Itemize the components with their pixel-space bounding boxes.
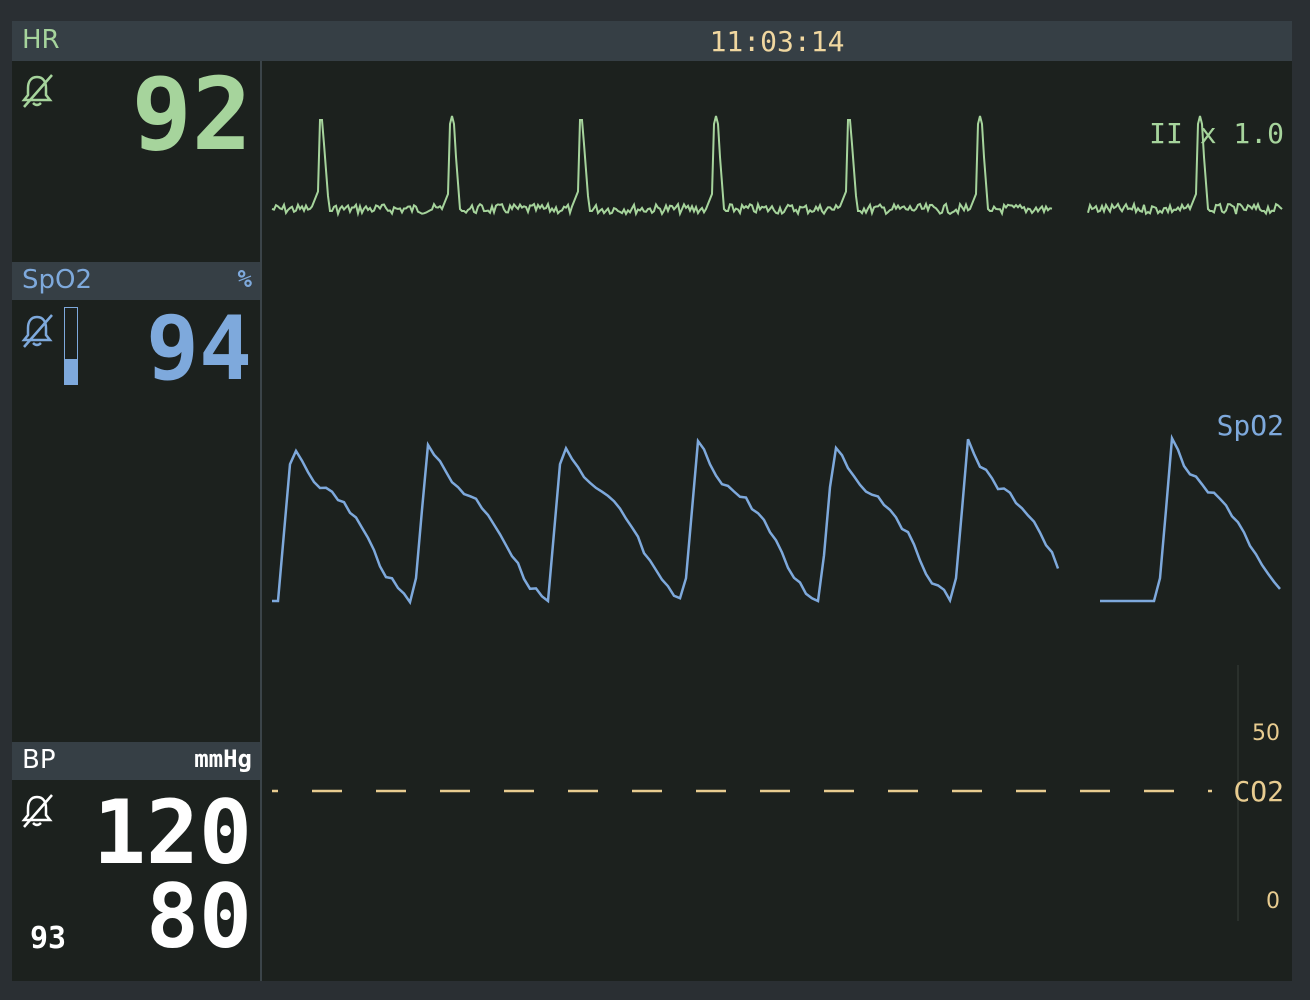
bp-mean: 93 (30, 921, 67, 956)
co2-scale-bottom: 0 (1266, 889, 1280, 914)
bp-systolic: 120 (93, 781, 252, 884)
ecg-trace (271, 115, 1053, 218)
co2-scale-top: 50 (1252, 721, 1280, 746)
bell-muted-icon[interactable] (18, 791, 56, 829)
spo2-signal-bar-fill (65, 358, 77, 384)
hr-value: 92 (131, 56, 252, 173)
vitals-panel: 92 SpO2 % 94 BP mmHg 120 80 93 (12, 61, 260, 981)
bp-diastolic: 80 (146, 865, 252, 968)
bp-header: BP mmHg (12, 742, 260, 780)
pleth-trace-segment (1100, 433, 1281, 603)
patient-monitor: HR 11:03:14 92 SpO2 % 94 BP mmHg 120 80 … (12, 21, 1292, 981)
waveform-area (271, 115, 1283, 921)
top-bar: HR 11:03:14 (12, 21, 1292, 61)
spo2-signal-bar (64, 307, 78, 385)
spo2-header: SpO2 % (12, 262, 260, 300)
co2-label: CO2 (1233, 775, 1284, 808)
ecg-lead-label: II x 1.0 (1149, 117, 1284, 150)
bp-label: BP (22, 745, 56, 775)
bell-muted-icon[interactable] (18, 311, 56, 349)
clock: 11:03:14 (709, 25, 845, 58)
pleth-label: SpO2 (1216, 409, 1284, 442)
spo2-value: 94 (146, 297, 252, 400)
spo2-label: SpO2 (22, 265, 93, 295)
spo2-unit: % (237, 265, 252, 293)
pleth-trace (272, 437, 1060, 606)
bell-muted-icon[interactable] (18, 71, 56, 109)
bp-unit: mmHg (194, 745, 252, 773)
